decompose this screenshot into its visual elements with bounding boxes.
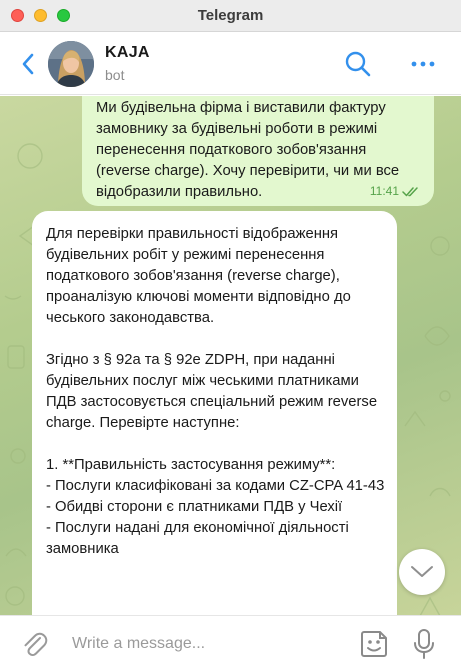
voice-message-button[interactable] <box>412 628 436 660</box>
attach-button[interactable] <box>20 629 48 659</box>
sticker-icon <box>361 631 387 657</box>
message-text: Для перевірки правильності відображення … <box>46 226 385 557</box>
message-composer <box>0 615 461 670</box>
sticker-button[interactable] <box>358 628 390 660</box>
double-check-icon <box>402 186 418 196</box>
message-time: 11:41 <box>369 184 399 198</box>
message-text: Ми будівельна фірма і виставили фактуру … <box>96 100 400 200</box>
contact-status: bot <box>105 67 125 83</box>
back-icon <box>22 53 34 75</box>
more-button[interactable] <box>410 53 436 75</box>
chat-area[interactable]: Ми будівельна фірма і виставили фактуру … <box>0 96 461 615</box>
window-title: Telegram <box>197 7 264 24</box>
message-input[interactable] <box>72 632 342 656</box>
window-titlebar: Telegram <box>0 0 461 32</box>
message-incoming[interactable]: Для перевірки правильності відображення … <box>32 211 397 615</box>
microphone-icon <box>414 629 434 659</box>
message-outgoing[interactable]: Ми будівельна фірма і виставили фактуру … <box>82 96 434 206</box>
chevron-down-icon <box>411 566 433 577</box>
back-button[interactable] <box>18 51 40 77</box>
search-icon <box>345 51 371 77</box>
chat-header: KAJA bot <box>0 33 461 95</box>
message-meta: 11:41 <box>370 184 420 198</box>
scroll-to-bottom-button[interactable] <box>399 549 445 595</box>
more-icon <box>411 61 435 67</box>
paperclip-icon <box>24 632 48 657</box>
avatar[interactable] <box>48 41 94 87</box>
contact-name[interactable]: KAJA <box>105 44 150 62</box>
search-button[interactable] <box>344 50 372 78</box>
